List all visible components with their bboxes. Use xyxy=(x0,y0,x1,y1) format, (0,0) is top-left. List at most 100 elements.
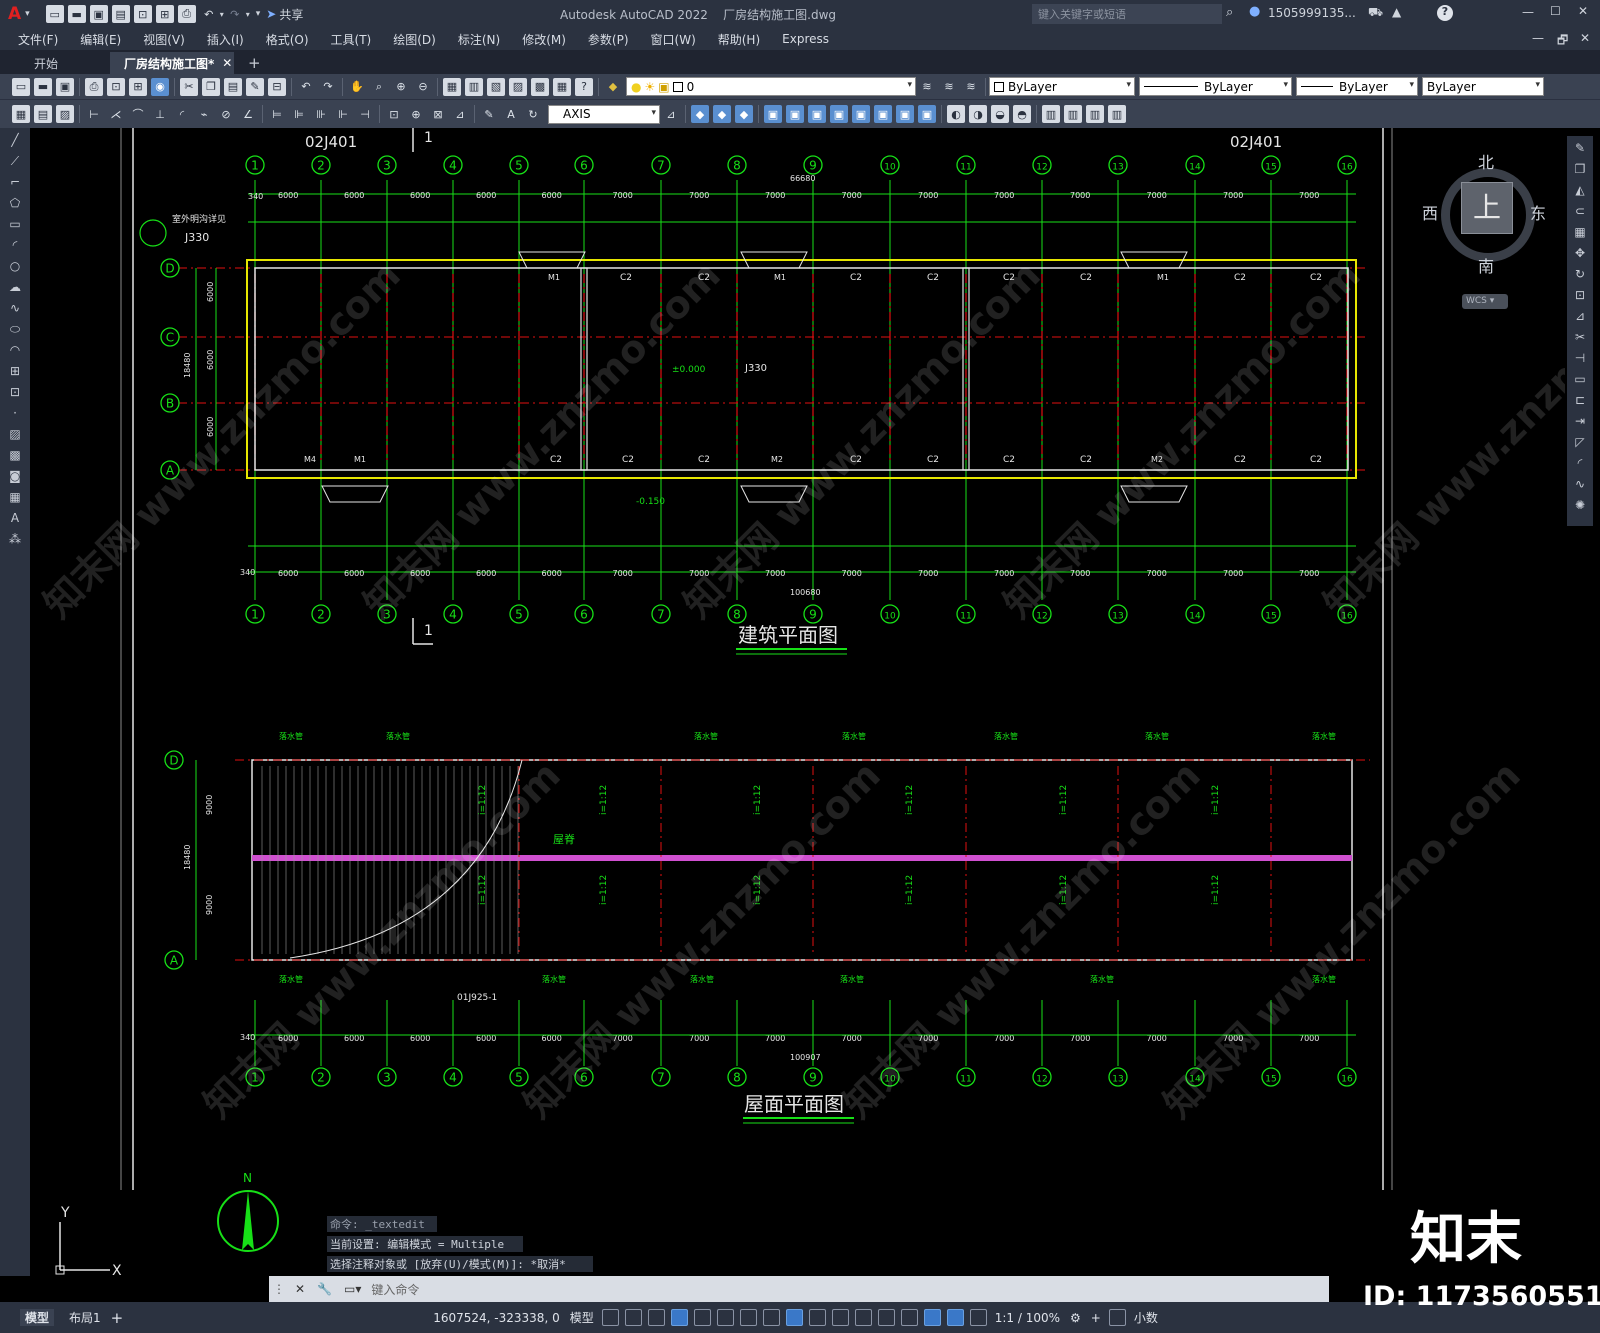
dim-space-icon[interactable]: ⊩ xyxy=(334,105,352,123)
block-editor-icon[interactable]: ⊟ xyxy=(268,77,286,96)
save-as-icon[interactable]: ▤ xyxy=(111,5,130,23)
doc-restore-button[interactable]: 🗗 xyxy=(1557,31,1568,52)
qnew-icon[interactable]: ▭ xyxy=(12,77,30,96)
tab-model[interactable]: 模型 xyxy=(20,1309,55,1326)
tab-drawing[interactable]: 厂房结构施工图* ✕ xyxy=(110,52,234,74)
trim-icon[interactable]: ✂ xyxy=(1570,329,1590,346)
open-from-web-icon[interactable]: ⊡ xyxy=(133,5,152,23)
inspect-icon[interactable]: ⊠ xyxy=(429,105,447,123)
menu-tools[interactable]: 工具(T) xyxy=(320,31,383,48)
offset-icon[interactable]: ⊂ xyxy=(1570,203,1590,220)
tolerance-icon[interactable]: ⊡ xyxy=(385,105,403,123)
menu-window[interactable]: 窗口(W) xyxy=(640,31,707,48)
dim-angular-icon[interactable]: ∠ xyxy=(239,105,257,123)
open-file-icon[interactable]: ▬ xyxy=(67,5,86,23)
paste-icon[interactable]: ▤ xyxy=(224,77,242,96)
dimstyle-manager-icon[interactable]: ⊿ xyxy=(662,105,680,123)
lock-icon[interactable]: ▣ xyxy=(658,80,669,94)
customize-cmd-icon[interactable]: 🔧 xyxy=(317,1282,332,1296)
modify-icon-1[interactable]: ▣ xyxy=(764,105,782,123)
rotate-icon[interactable]: ↻ xyxy=(1570,266,1590,283)
table-icon[interactable]: ▦ xyxy=(12,105,30,123)
tool-palettes-icon[interactable]: ▧ xyxy=(487,77,505,96)
revcloud-icon[interactable]: ☁ xyxy=(5,279,25,296)
array-icon[interactable]: ▦ xyxy=(1570,224,1590,241)
spline-icon[interactable]: ∿ xyxy=(5,300,25,317)
design-center-icon[interactable]: ▥ xyxy=(465,77,483,96)
menu-parametric[interactable]: 参数(P) xyxy=(577,31,640,48)
undo-icon[interactable]: ↶ xyxy=(200,5,218,23)
layer-states-icon[interactable]: ≋ xyxy=(962,78,980,96)
app-menu-chevron-icon[interactable]: ▾ xyxy=(25,9,30,19)
chamfer-icon[interactable]: ◸ xyxy=(1570,434,1590,451)
pan-icon[interactable]: ✋ xyxy=(348,78,366,96)
polar-toggle-icon[interactable] xyxy=(693,1309,711,1326)
qdim-icon[interactable]: ⊨ xyxy=(268,105,286,123)
sun-icon[interactable]: ☀ xyxy=(644,80,655,94)
menu-view[interactable]: 视图(V) xyxy=(132,31,196,48)
search-input[interactable]: 键入关键字或短语 xyxy=(1038,6,1126,22)
circle-icon[interactable]: ○ xyxy=(5,258,25,275)
menu-help[interactable]: 帮助(H) xyxy=(707,31,771,48)
auto-scale-icon[interactable] xyxy=(946,1309,964,1326)
cut-icon[interactable]: ✂ xyxy=(180,77,198,96)
close-tab-icon[interactable]: ✕ xyxy=(222,56,232,70)
grid-toggle-icon[interactable] xyxy=(601,1309,619,1326)
render-icon-1[interactable]: ◐ xyxy=(947,105,965,123)
view-icon-3[interactable]: ▥ xyxy=(1086,105,1104,123)
properties-icon[interactable]: ▦ xyxy=(443,77,461,96)
redo-icon[interactable]: ↷ xyxy=(226,5,244,23)
shade-icon-3[interactable]: ◆ xyxy=(735,105,753,123)
erase-icon[interactable]: ✎ xyxy=(1570,140,1590,157)
annotation-scale-icon[interactable] xyxy=(969,1309,987,1326)
modify-icon-8[interactable]: ▣ xyxy=(918,105,936,123)
viewcube-south[interactable]: 南 xyxy=(1478,253,1494,277)
plus-icon[interactable]: + xyxy=(1086,1311,1106,1325)
snap-toggle-icon[interactable] xyxy=(624,1309,642,1326)
help-icon-2[interactable]: ? xyxy=(575,77,593,96)
transparency-toggle-icon[interactable] xyxy=(831,1309,849,1326)
dim-linear-icon[interactable]: ⊢ xyxy=(85,105,103,123)
make-current-icon[interactable]: ≋ xyxy=(918,78,936,96)
open-icon[interactable]: ▬ xyxy=(34,77,52,96)
plot-icon[interactable]: ⎙ xyxy=(177,5,196,23)
save-to-web-icon[interactable]: ⊞ xyxy=(155,5,174,23)
redo-icon-2[interactable]: ↷ xyxy=(319,78,337,96)
move-icon[interactable]: ✥ xyxy=(1570,245,1590,262)
view-icon-1[interactable]: ▥ xyxy=(1042,105,1060,123)
scale-icon[interactable]: ⊡ xyxy=(1570,287,1590,304)
shade-icon-1[interactable]: ◆ xyxy=(691,105,709,123)
markup-icon[interactable]: ▩ xyxy=(531,77,549,96)
dim-ordinate-icon[interactable]: ⊥ xyxy=(151,105,169,123)
tab-layout1[interactable]: 布局1 xyxy=(64,1309,106,1326)
3d-dwf-icon[interactable]: ◉ xyxy=(151,77,169,96)
lineweight-dropdown[interactable]: ByLayer ▾ xyxy=(1296,77,1418,96)
app-logo-icon[interactable]: A xyxy=(8,4,21,24)
polygon-icon[interactable]: ⬠ xyxy=(5,195,25,212)
quickcalc-icon[interactable]: ▦ xyxy=(553,77,571,96)
modify-icon-2[interactable]: ▣ xyxy=(786,105,804,123)
maximize-button[interactable]: ☐ xyxy=(1550,4,1561,18)
menu-edit[interactable]: 编辑(E) xyxy=(69,31,132,48)
coordinates-readout[interactable]: 1607524, -323338, 0 xyxy=(428,1311,564,1325)
cmd-prompt-icon[interactable]: ▭▾ xyxy=(344,1282,361,1296)
search-box[interactable]: 键入关键字或短语 xyxy=(1032,4,1222,24)
publish-icon[interactable]: ⊞ xyxy=(129,77,147,96)
modify-icon-5[interactable]: ▣ xyxy=(852,105,870,123)
menu-draw[interactable]: 绘图(D) xyxy=(382,31,447,48)
dim-break-icon[interactable]: ⊣ xyxy=(356,105,374,123)
command-input[interactable]: 键入命令 xyxy=(371,1281,419,1298)
dim-text-edit-icon[interactable]: A xyxy=(502,105,520,123)
annotation-monitor-icon[interactable] xyxy=(900,1309,918,1326)
render-icon-4[interactable]: ◓ xyxy=(1013,105,1031,123)
viewcube-east[interactable]: 东 xyxy=(1530,200,1546,224)
zoom-realtime-icon[interactable]: ⌕ xyxy=(370,78,388,96)
cart-icon[interactable]: ⛟ xyxy=(1368,5,1383,21)
construction-line-icon[interactable]: ⟋ xyxy=(5,153,25,170)
menu-modify[interactable]: 修改(M) xyxy=(511,31,577,48)
color-dropdown[interactable]: ByLayer ▾ xyxy=(989,77,1135,96)
point-icon[interactable]: · xyxy=(5,405,25,422)
print-icon[interactable]: ⎙ xyxy=(85,77,103,96)
dim-update-icon[interactable]: ↻ xyxy=(524,105,542,123)
join-icon[interactable]: ⇥ xyxy=(1570,413,1590,430)
